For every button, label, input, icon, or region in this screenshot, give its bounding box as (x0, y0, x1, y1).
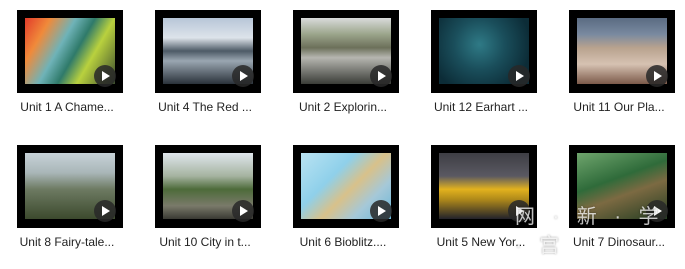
video-tile[interactable]: Unit 5 New Yor... (421, 145, 541, 269)
video-title[interactable]: Unit 4 The Red ... (145, 100, 265, 114)
video-tile[interactable]: Unit 7 Dinosaur... (559, 145, 679, 269)
video-title[interactable]: Unit 5 New Yor... (421, 235, 541, 249)
video-title[interactable]: Unit 7 Dinosaur... (559, 235, 679, 249)
video-thumbnail[interactable] (293, 10, 399, 93)
video-title[interactable]: Unit 11 Our Pla... (559, 100, 679, 114)
video-title[interactable]: Unit 2 Explorin... (283, 100, 403, 114)
video-tile[interactable]: Unit 2 Explorin... (283, 10, 403, 134)
video-title[interactable]: Unit 10 City in t... (145, 235, 265, 249)
video-grid: Unit 1 A Chame... Unit 4 The Red ... Uni… (0, 0, 685, 259)
video-thumbnail[interactable] (431, 10, 537, 93)
video-thumbnail[interactable] (17, 10, 123, 93)
video-tile[interactable]: Unit 6 Bioblitz.... (283, 145, 403, 269)
play-icon[interactable] (232, 65, 254, 87)
play-icon[interactable] (508, 65, 530, 87)
video-title[interactable]: Unit 6 Bioblitz.... (283, 235, 403, 249)
play-icon[interactable] (646, 65, 668, 87)
video-title[interactable]: Unit 1 A Chame... (7, 100, 127, 114)
video-tile[interactable]: Unit 8 Fairy-tale... (7, 145, 127, 269)
play-icon[interactable] (370, 200, 392, 222)
play-icon[interactable] (646, 200, 668, 222)
video-thumbnail[interactable] (155, 145, 261, 228)
video-thumbnail[interactable] (155, 10, 261, 93)
video-tile[interactable]: Unit 1 A Chame... (7, 10, 127, 134)
video-thumbnail[interactable] (569, 145, 675, 228)
video-title[interactable]: Unit 12 Earhart ... (421, 100, 541, 114)
video-title[interactable]: Unit 8 Fairy-tale... (7, 235, 127, 249)
play-icon[interactable] (94, 200, 116, 222)
play-icon[interactable] (232, 200, 254, 222)
video-thumbnail[interactable] (293, 145, 399, 228)
play-icon[interactable] (508, 200, 530, 222)
video-thumbnail[interactable] (569, 10, 675, 93)
video-tile[interactable]: Unit 11 Our Pla... (559, 10, 679, 134)
play-icon[interactable] (94, 65, 116, 87)
video-tile[interactable]: Unit 10 City in t... (145, 145, 265, 269)
video-thumbnail[interactable] (17, 145, 123, 228)
video-tile[interactable]: Unit 4 The Red ... (145, 10, 265, 134)
video-thumbnail[interactable] (431, 145, 537, 228)
play-icon[interactable] (370, 65, 392, 87)
video-tile[interactable]: Unit 12 Earhart ... (421, 10, 541, 134)
